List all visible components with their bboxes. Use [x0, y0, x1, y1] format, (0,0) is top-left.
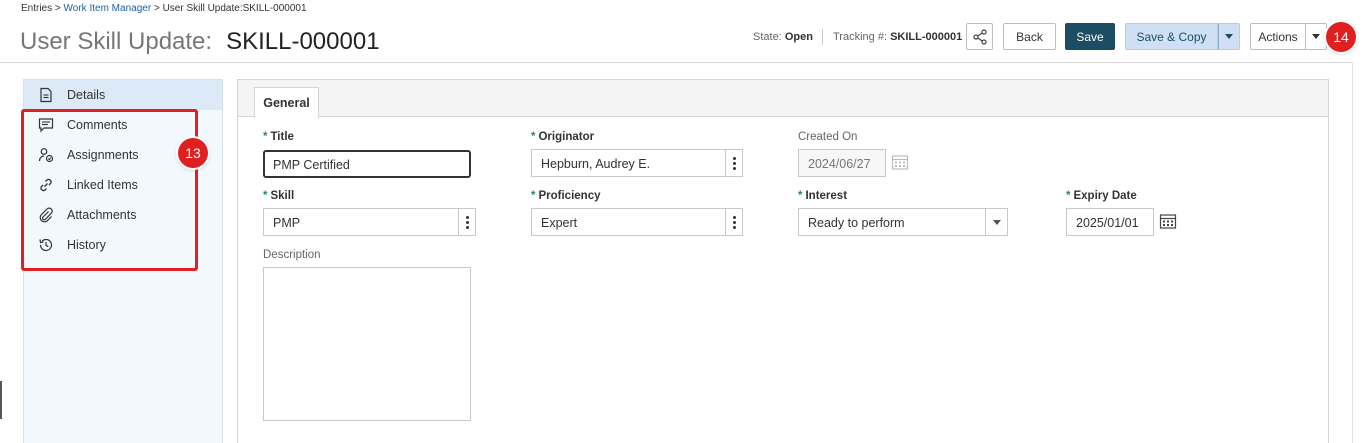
breadcrumb-current: User Skill Update:SKILL-000001: [162, 3, 307, 14]
created-on-field: 2024/06/27: [798, 149, 886, 177]
breadcrumb: Entries > Work Item Manager > User Skill…: [21, 3, 307, 14]
expiry-date-label: * Expiry Date: [1066, 190, 1137, 202]
tab-general[interactable]: General: [254, 87, 319, 118]
caret-down-icon: [1225, 34, 1233, 39]
caret-down-icon: [1312, 34, 1320, 39]
calendar-icon[interactable]: [1159, 212, 1177, 230]
callout-badge-actions: 14: [1326, 22, 1356, 52]
caret-down-icon[interactable]: [985, 209, 1007, 235]
page-title: User Skill Update: SKILL-000001: [20, 28, 380, 56]
page-title-prefix: User Skill Update:: [20, 28, 213, 55]
interest-label: * Interest: [798, 190, 848, 202]
skill-field[interactable]: PMP: [263, 208, 476, 236]
tracking-value: SKILL-000001: [890, 31, 963, 43]
header-divider: [0, 62, 1352, 63]
document-icon: [40, 87, 52, 103]
share-icon: [972, 28, 987, 45]
proficiency-label: * Proficiency: [531, 190, 601, 202]
more-options-icon[interactable]: [725, 209, 742, 235]
save-copy-button[interactable]: Save & Copy: [1125, 23, 1218, 50]
originator-field[interactable]: Hepburn, Audrey E.: [531, 149, 743, 177]
breadcrumb-work-item-manager[interactable]: Work Item Manager: [64, 3, 152, 14]
sidebar-item-label: Details: [67, 88, 106, 102]
state-indicator: State: Open: [753, 31, 813, 43]
interest-select[interactable]: Ready to perform: [798, 208, 1008, 236]
actions-dropdown-button[interactable]: [1305, 23, 1327, 50]
sidebar-item-details[interactable]: Details: [24, 80, 222, 110]
tab-strip: General: [238, 80, 1328, 118]
status-divider: [822, 29, 823, 45]
originator-label: * Originator: [531, 131, 595, 143]
breadcrumb-root[interactable]: Entries: [21, 3, 52, 14]
description-label: Description: [263, 249, 321, 261]
state-value: Open: [784, 31, 813, 43]
more-options-icon[interactable]: [725, 150, 742, 176]
description-textarea[interactable]: [263, 267, 471, 421]
save-copy-dropdown-button[interactable]: [1218, 23, 1240, 50]
callout-badge-sidebar: 13: [178, 138, 208, 168]
save-button[interactable]: Save: [1065, 23, 1115, 50]
actions-button[interactable]: Actions: [1250, 23, 1306, 50]
share-button[interactable]: [966, 23, 993, 50]
callout-highlight-box: [21, 109, 198, 271]
title-input[interactable]: PMP Certified: [263, 150, 471, 178]
title-label: * Title: [263, 131, 294, 143]
back-button[interactable]: Back: [1003, 23, 1056, 50]
left-edge-marker: [0, 381, 2, 419]
scroll-edge: [1352, 62, 1353, 443]
calendar-icon: [891, 155, 909, 170]
expiry-date-input[interactable]: 2025/01/01: [1066, 208, 1154, 236]
tracking-indicator: Tracking #: SKILL-000001: [833, 31, 963, 43]
more-options-icon[interactable]: [458, 209, 475, 235]
proficiency-field[interactable]: Expert: [531, 208, 743, 236]
created-on-label: Created On: [798, 131, 858, 143]
page-title-id: SKILL-000001: [226, 28, 380, 55]
skill-label: * Skill: [263, 190, 295, 202]
